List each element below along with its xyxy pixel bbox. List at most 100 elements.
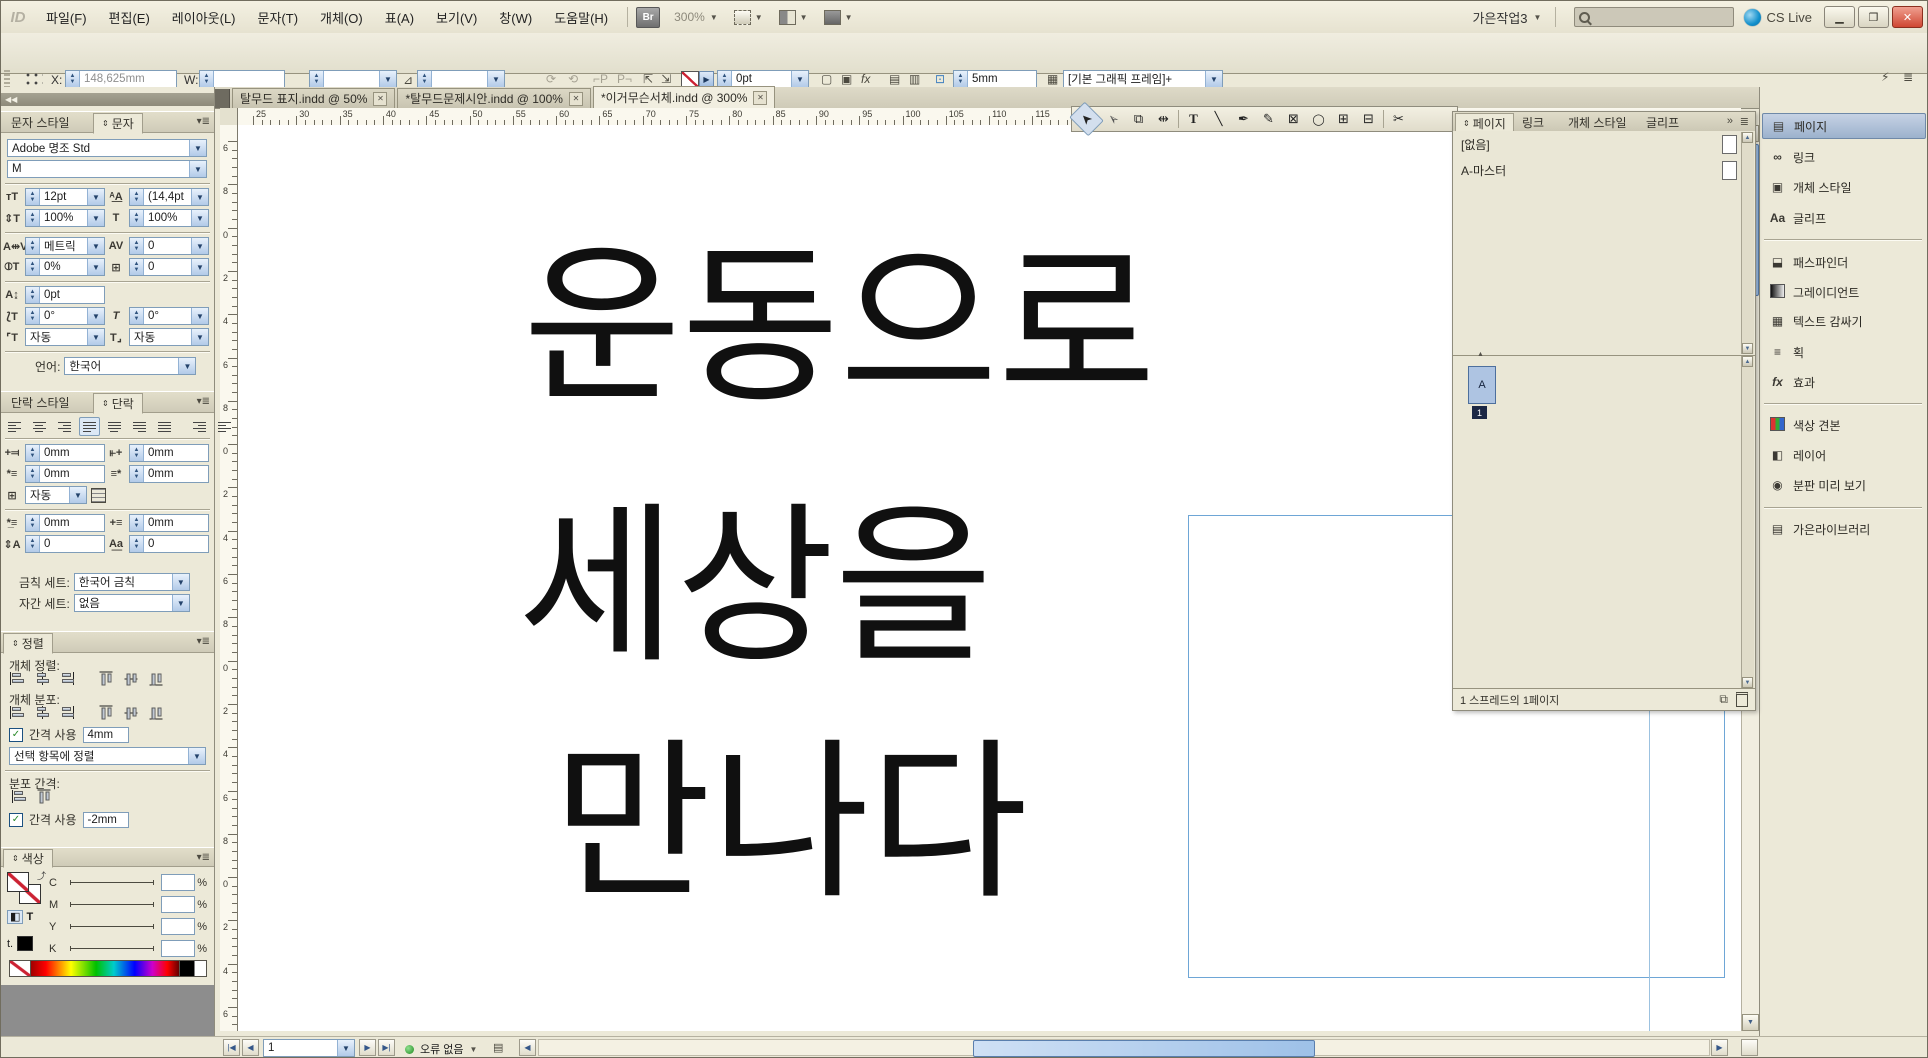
chevron-down-icon[interactable]: ▼ [191,329,208,345]
canvas-text-line[interactable]: 운동으로 [523,243,1156,415]
gap-tool-icon[interactable]: ⇹ [1151,109,1176,129]
spinner-icon[interactable]: ▲▼ [26,210,40,226]
chevron-down-icon[interactable]: ▼ [69,487,86,503]
restore-button[interactable]: ❐ [1858,6,1889,28]
tracking-field[interactable]: AV ▲▼0▼ [107,237,209,255]
chevron-down-icon[interactable]: ▼ [188,748,205,764]
grid-count-field[interactable]: ⊞ ▲▼0▼ [107,258,209,276]
left-indent-field[interactable]: +⫤ ▲▼0mm [3,444,105,462]
bridge-button[interactable]: Br [636,7,660,28]
align-toward-spine-button[interactable] [189,417,210,436]
page-thumbnail[interactable]: A [1468,366,1496,404]
flip-vertical-icon[interactable]: P¬ [617,72,632,86]
sidebar-item-library[interactable]: ▤가은라이브러리 [1762,516,1926,542]
panel-menu-icon[interactable]: ▾≣ [197,852,210,863]
chevron-down-icon[interactable]: ▼ [172,595,189,611]
chevron-down-icon[interactable]: ▼ [189,161,206,177]
fill-swatch[interactable] [7,872,29,892]
page-number-badge[interactable]: 1 [1472,406,1487,419]
canvas-text-line[interactable]: 세상을 [518,503,993,675]
spinner-icon[interactable]: ▲▼ [26,466,40,482]
menu-help[interactable]: 도움말(H) [543,8,619,27]
black-white-swatch[interactable] [179,961,206,976]
char-rotation-field[interactable]: T ▲▼0°▼ [107,307,209,325]
tab-paragraph[interactable]: ⇕단락 [93,393,143,414]
preflight-status[interactable]: 오류 없음 ▼ [405,1041,477,1057]
flip-horizontal-icon[interactable]: ⌐P [593,72,608,86]
spinner-icon[interactable]: ▲▼ [26,445,40,461]
spinner-icon[interactable]: ▲▼ [200,71,214,87]
menu-file[interactable]: 파일(F) [35,8,98,27]
page-tool-icon[interactable]: ⧉ [1126,109,1151,129]
select-content-icon[interactable]: ⇲ [661,72,671,86]
delete-page-icon[interactable] [1736,692,1748,707]
collapse-dock-strip[interactable]: ◀◀ [1,93,214,106]
tab-close-icon[interactable]: ✕ [569,92,583,106]
chevron-down-icon[interactable]: ▼ [191,308,208,324]
justify-last-center-button[interactable] [104,417,125,436]
doc-tab-2[interactable]: *이거무슨서체.indd @ 300%✕ [593,86,775,108]
scroll-down-icon[interactable]: ▼ [1742,1014,1759,1031]
kerning-field[interactable]: A⇹V ▲▼메트릭▼ [3,237,105,255]
distribute-v-centers-icon[interactable] [34,706,50,719]
resize-grip[interactable] [1741,1039,1758,1056]
align-left-button[interactable] [4,417,25,436]
master-row-none[interactable]: [없음] [1453,131,1755,157]
affects-text-icon[interactable]: T [26,911,33,923]
menu-table[interactable]: 표(A) [374,8,425,27]
object-style-dropdown[interactable]: [기본 그래픽 프레임]+▼ [1063,70,1223,88]
distribute-left-icon[interactable] [100,705,113,721]
spinner-icon[interactable]: ▲▼ [26,238,40,254]
distribute-h-space-icon[interactable] [38,789,51,805]
color-slider[interactable] [70,948,154,949]
align-right-edges-icon[interactable] [59,672,75,685]
spinner-icon[interactable]: ▲▼ [130,515,144,531]
font-style-dropdown[interactable]: M▼ [7,160,207,178]
sidebar-item-stroke[interactable]: ≡획 [1762,339,1926,365]
frame-fitting-icon[interactable]: ⊡ [935,72,945,86]
spinner-icon[interactable]: ▲▼ [130,536,144,552]
masters-scrollbar[interactable]: ▲ ▼ [1741,132,1754,354]
grid-alignment-dropdown[interactable]: ⊞ 자동▼ [3,486,106,504]
master-row-a[interactable]: A-마스터 [1453,157,1755,183]
tab-paragraph-styles[interactable]: 단락 스타일 [3,394,78,411]
menu-object[interactable]: 개체(O) [309,8,374,27]
page-number-dropdown[interactable]: 1▼ [263,1039,355,1057]
ellipse-tool-icon[interactable]: ◯ [1306,109,1331,129]
space-before-field[interactable]: *̲≡ ▲▼0mm [3,514,105,532]
select-container-icon[interactable]: ⇱ [643,72,653,86]
drop-cap-lines-field[interactable]: ⇕A ▲▼0 [3,535,105,553]
ruler-origin[interactable] [220,108,238,126]
screen-mode-dropdown[interactable]: ▼ [779,10,808,25]
percent-field[interactable] [161,896,195,913]
spinner-icon[interactable]: ▲▼ [130,210,144,226]
pages-panel-tab-2[interactable]: 개체 스타일 [1561,113,1634,131]
wrap-none-icon[interactable]: ▤ [889,72,900,86]
chevron-down-icon[interactable]: ▼ [337,1040,354,1056]
color-slider[interactable] [70,926,154,927]
horizontal-grid-tool-icon[interactable]: ⊞ [1331,109,1356,129]
font-family-dropdown[interactable]: Adobe 명조 Std▼ [7,139,207,157]
space-before-char-dropdown[interactable]: ⌜T 자동▼ [3,328,105,346]
menu-layout[interactable]: 레이아웃(L) [161,8,247,27]
percent-field[interactable] [161,918,195,935]
line-tool-icon[interactable]: ╲ [1206,109,1231,129]
panel-menu-icon[interactable]: ▾≣ [197,116,210,127]
spinner-icon[interactable]: ▲▼ [718,71,732,87]
pages-scrollbar[interactable]: ▲ ▼ [1741,356,1754,688]
chevron-down-icon[interactable]: ▼ [178,358,195,374]
language-dropdown[interactable]: 한국어▼ [64,357,196,375]
spinner-icon[interactable]: ▲▼ [130,308,144,324]
scroll-up-icon[interactable]: ▲ [1742,132,1753,143]
sidebar-item-separations-preview[interactable]: ◉분판 미리 보기 [1762,472,1926,498]
sidebar-item-pages[interactable]: ▤페이지 [1762,113,1926,139]
distribute-bottom-icon[interactable] [59,706,75,719]
affects-container-icon[interactable]: ◧ [7,910,23,924]
distribute-v-space-icon[interactable] [11,790,27,803]
splitter-handle[interactable]: ▲ [1477,351,1484,358]
distribute-right-icon[interactable] [150,705,163,721]
chevron-down-icon[interactable]: ▼ [379,71,396,87]
chevron-down-icon[interactable]: ▼ [189,140,206,156]
percent-field[interactable] [161,940,195,957]
spinner-icon[interactable]: ▲▼ [130,466,144,482]
